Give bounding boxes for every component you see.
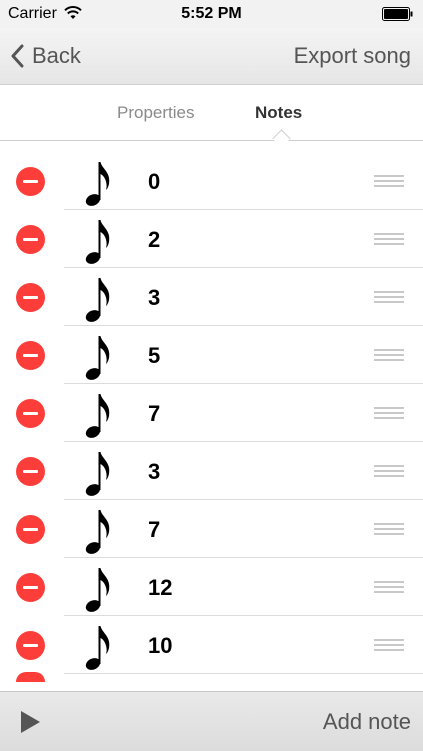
delete-note-button[interactable] bbox=[16, 225, 45, 254]
eighth-note-icon bbox=[85, 568, 110, 612]
delete-note-button[interactable] bbox=[16, 399, 45, 428]
chevron-left-icon bbox=[11, 44, 24, 68]
note-value: 3 bbox=[148, 459, 161, 484]
reorder-handle-icon[interactable] bbox=[374, 175, 404, 187]
note-row: 7 bbox=[0, 500, 423, 558]
reorder-handle-icon[interactable] bbox=[374, 465, 404, 477]
tab-divider bbox=[0, 140, 423, 141]
note-value: 2 bbox=[148, 227, 161, 252]
eighth-note-icon bbox=[85, 278, 110, 322]
export-song-button[interactable]: Export song bbox=[294, 43, 411, 69]
reorder-handle-icon[interactable] bbox=[374, 639, 404, 651]
reorder-handle-icon[interactable] bbox=[374, 523, 404, 535]
note-row: 7 bbox=[0, 384, 423, 442]
add-note-button[interactable]: Add note bbox=[323, 709, 411, 735]
note-row: 5 bbox=[0, 326, 423, 384]
notes-list: 0 2 3 5 7 3 7 12 10 bbox=[0, 152, 423, 714]
note-row: 3 bbox=[0, 268, 423, 326]
back-button[interactable]: Back bbox=[10, 41, 81, 71]
eighth-note-icon bbox=[85, 162, 110, 206]
delete-note-button[interactable] bbox=[16, 515, 45, 544]
note-row: 12 bbox=[0, 558, 423, 616]
bottom-toolbar: Add note bbox=[0, 691, 423, 751]
eighth-note-icon bbox=[85, 510, 110, 554]
back-label: Back bbox=[32, 43, 81, 68]
delete-note-button[interactable] bbox=[16, 283, 45, 312]
note-value: 12 bbox=[148, 575, 173, 600]
note-value: 10 bbox=[148, 633, 173, 658]
reorder-handle-icon[interactable] bbox=[374, 233, 404, 245]
tab-bar: Properties Notes bbox=[0, 84, 423, 141]
eighth-note-icon bbox=[85, 336, 110, 380]
eighth-note-icon bbox=[85, 452, 110, 496]
eighth-note-icon bbox=[85, 394, 110, 438]
note-value: 7 bbox=[148, 517, 161, 542]
reorder-handle-icon[interactable] bbox=[374, 407, 404, 419]
delete-note-button[interactable] bbox=[16, 457, 45, 486]
note-value: 7 bbox=[148, 401, 161, 426]
tab-properties[interactable]: Properties bbox=[117, 103, 194, 123]
reorder-handle-icon[interactable] bbox=[374, 291, 404, 303]
reorder-handle-icon[interactable] bbox=[374, 581, 404, 593]
delete-button[interactable] bbox=[16, 672, 45, 688]
note-row: 0 bbox=[0, 152, 423, 210]
note-row: 3 bbox=[0, 442, 423, 500]
status-time: 5:52 PM bbox=[181, 5, 242, 22]
delete-note-button[interactable] bbox=[16, 573, 45, 602]
eighth-note-icon bbox=[85, 220, 110, 264]
note-row: 10 bbox=[0, 616, 423, 674]
note-value: 0 bbox=[148, 169, 161, 194]
note-value: 3 bbox=[148, 285, 161, 310]
delete-note-button[interactable] bbox=[16, 167, 45, 196]
tab-notes[interactable]: Notes bbox=[255, 103, 302, 123]
battery-icon bbox=[382, 7, 413, 21]
delete-note-button[interactable] bbox=[16, 631, 45, 660]
eighth-note-icon bbox=[85, 626, 110, 670]
note-row: 2 bbox=[0, 210, 423, 268]
play-icon[interactable] bbox=[18, 710, 42, 734]
status-bar: Carrier 5:52 PM bbox=[0, 0, 423, 28]
note-value: 5 bbox=[148, 343, 161, 368]
reorder-handle-icon[interactable] bbox=[374, 349, 404, 361]
delete-note-button[interactable] bbox=[16, 341, 45, 370]
navigation-bar: Back Export song bbox=[0, 28, 423, 84]
